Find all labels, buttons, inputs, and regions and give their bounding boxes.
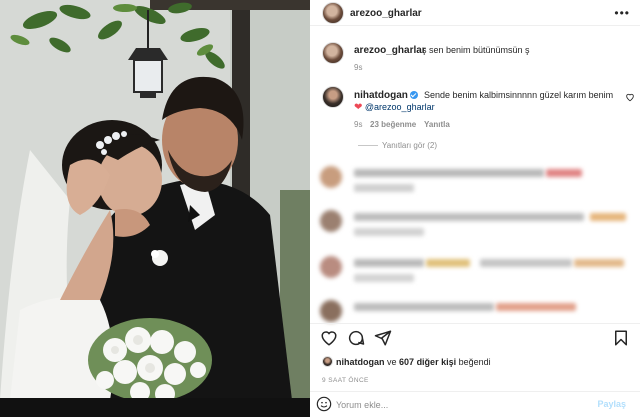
- caption-author-avatar[interactable]: [322, 42, 344, 64]
- blurred-avatar: [320, 210, 342, 232]
- commenter-username[interactable]: nihatdogan: [354, 90, 418, 101]
- blurred-comment: [310, 250, 640, 290]
- comment-input[interactable]: [336, 398, 576, 412]
- post-action-bar: [310, 323, 640, 351]
- likes-summary[interactable]: nihatdogan ve 607 diğer kişi beğendi: [322, 356, 491, 367]
- photo-bottom-bar: [0, 398, 310, 417]
- comment-text: Sende benim kalbimsinnnnn güzel karım be…: [424, 90, 614, 100]
- heart-icon[interactable]: [320, 329, 338, 347]
- blurred-comment: [310, 160, 640, 200]
- caption-author-username[interactable]: arezoo_gharlar: [354, 45, 426, 56]
- author-avatar[interactable]: [322, 2, 344, 24]
- other-likers-link[interactable]: 607 diğer kişi: [399, 357, 456, 367]
- replies-divider: [358, 145, 378, 146]
- blurred-avatar: [320, 300, 342, 322]
- view-replies-link[interactable]: Yanıtları gör (2): [382, 141, 437, 150]
- blurred-comment: [310, 204, 640, 244]
- caption-time[interactable]: 9s: [354, 63, 362, 72]
- caption-text: ş sen benim bütünümsün ş: [422, 45, 530, 55]
- wedding-photo-illustration: [0, 0, 310, 417]
- post-sidebar: arezoo_gharlar ••• arezoo_gharlar ş sen …: [310, 0, 640, 417]
- comment-likes-count[interactable]: 23 beğenme: [370, 120, 416, 129]
- comment-composer: Paylaş: [310, 391, 640, 417]
- comment-like-heart-icon[interactable]: [625, 92, 635, 105]
- post-author-username[interactable]: arezoo_gharlar: [350, 8, 422, 19]
- commenter-avatar[interactable]: [322, 86, 344, 108]
- liker-avatar: [322, 356, 333, 367]
- red-heart-emoji-icon: ❤: [354, 102, 363, 113]
- post-header: arezoo_gharlar •••: [310, 0, 640, 26]
- comment-mention[interactable]: @arezoo_gharlar: [365, 102, 435, 112]
- comment-icon[interactable]: [347, 329, 365, 347]
- verified-badge-icon: [409, 91, 418, 99]
- share-icon[interactable]: [374, 329, 392, 347]
- comment-reply-link[interactable]: Yanıtla: [424, 120, 450, 129]
- post-comment-button[interactable]: Paylaş: [597, 399, 626, 409]
- post-photo[interactable]: [0, 0, 310, 417]
- liker-username[interactable]: nihatdogan: [336, 357, 385, 367]
- more-horizontal-icon[interactable]: •••: [614, 6, 630, 20]
- emoji-icon[interactable]: [316, 396, 332, 412]
- comment-time[interactable]: 9s: [354, 120, 362, 129]
- bookmark-icon[interactable]: [612, 329, 630, 347]
- blurred-avatar: [320, 256, 342, 278]
- post-timestamp[interactable]: 9 SAAT ÖNCE: [322, 377, 369, 384]
- comment-text-line2: ❤ @arezoo_gharlar: [354, 102, 435, 113]
- blurred-avatar: [320, 166, 342, 188]
